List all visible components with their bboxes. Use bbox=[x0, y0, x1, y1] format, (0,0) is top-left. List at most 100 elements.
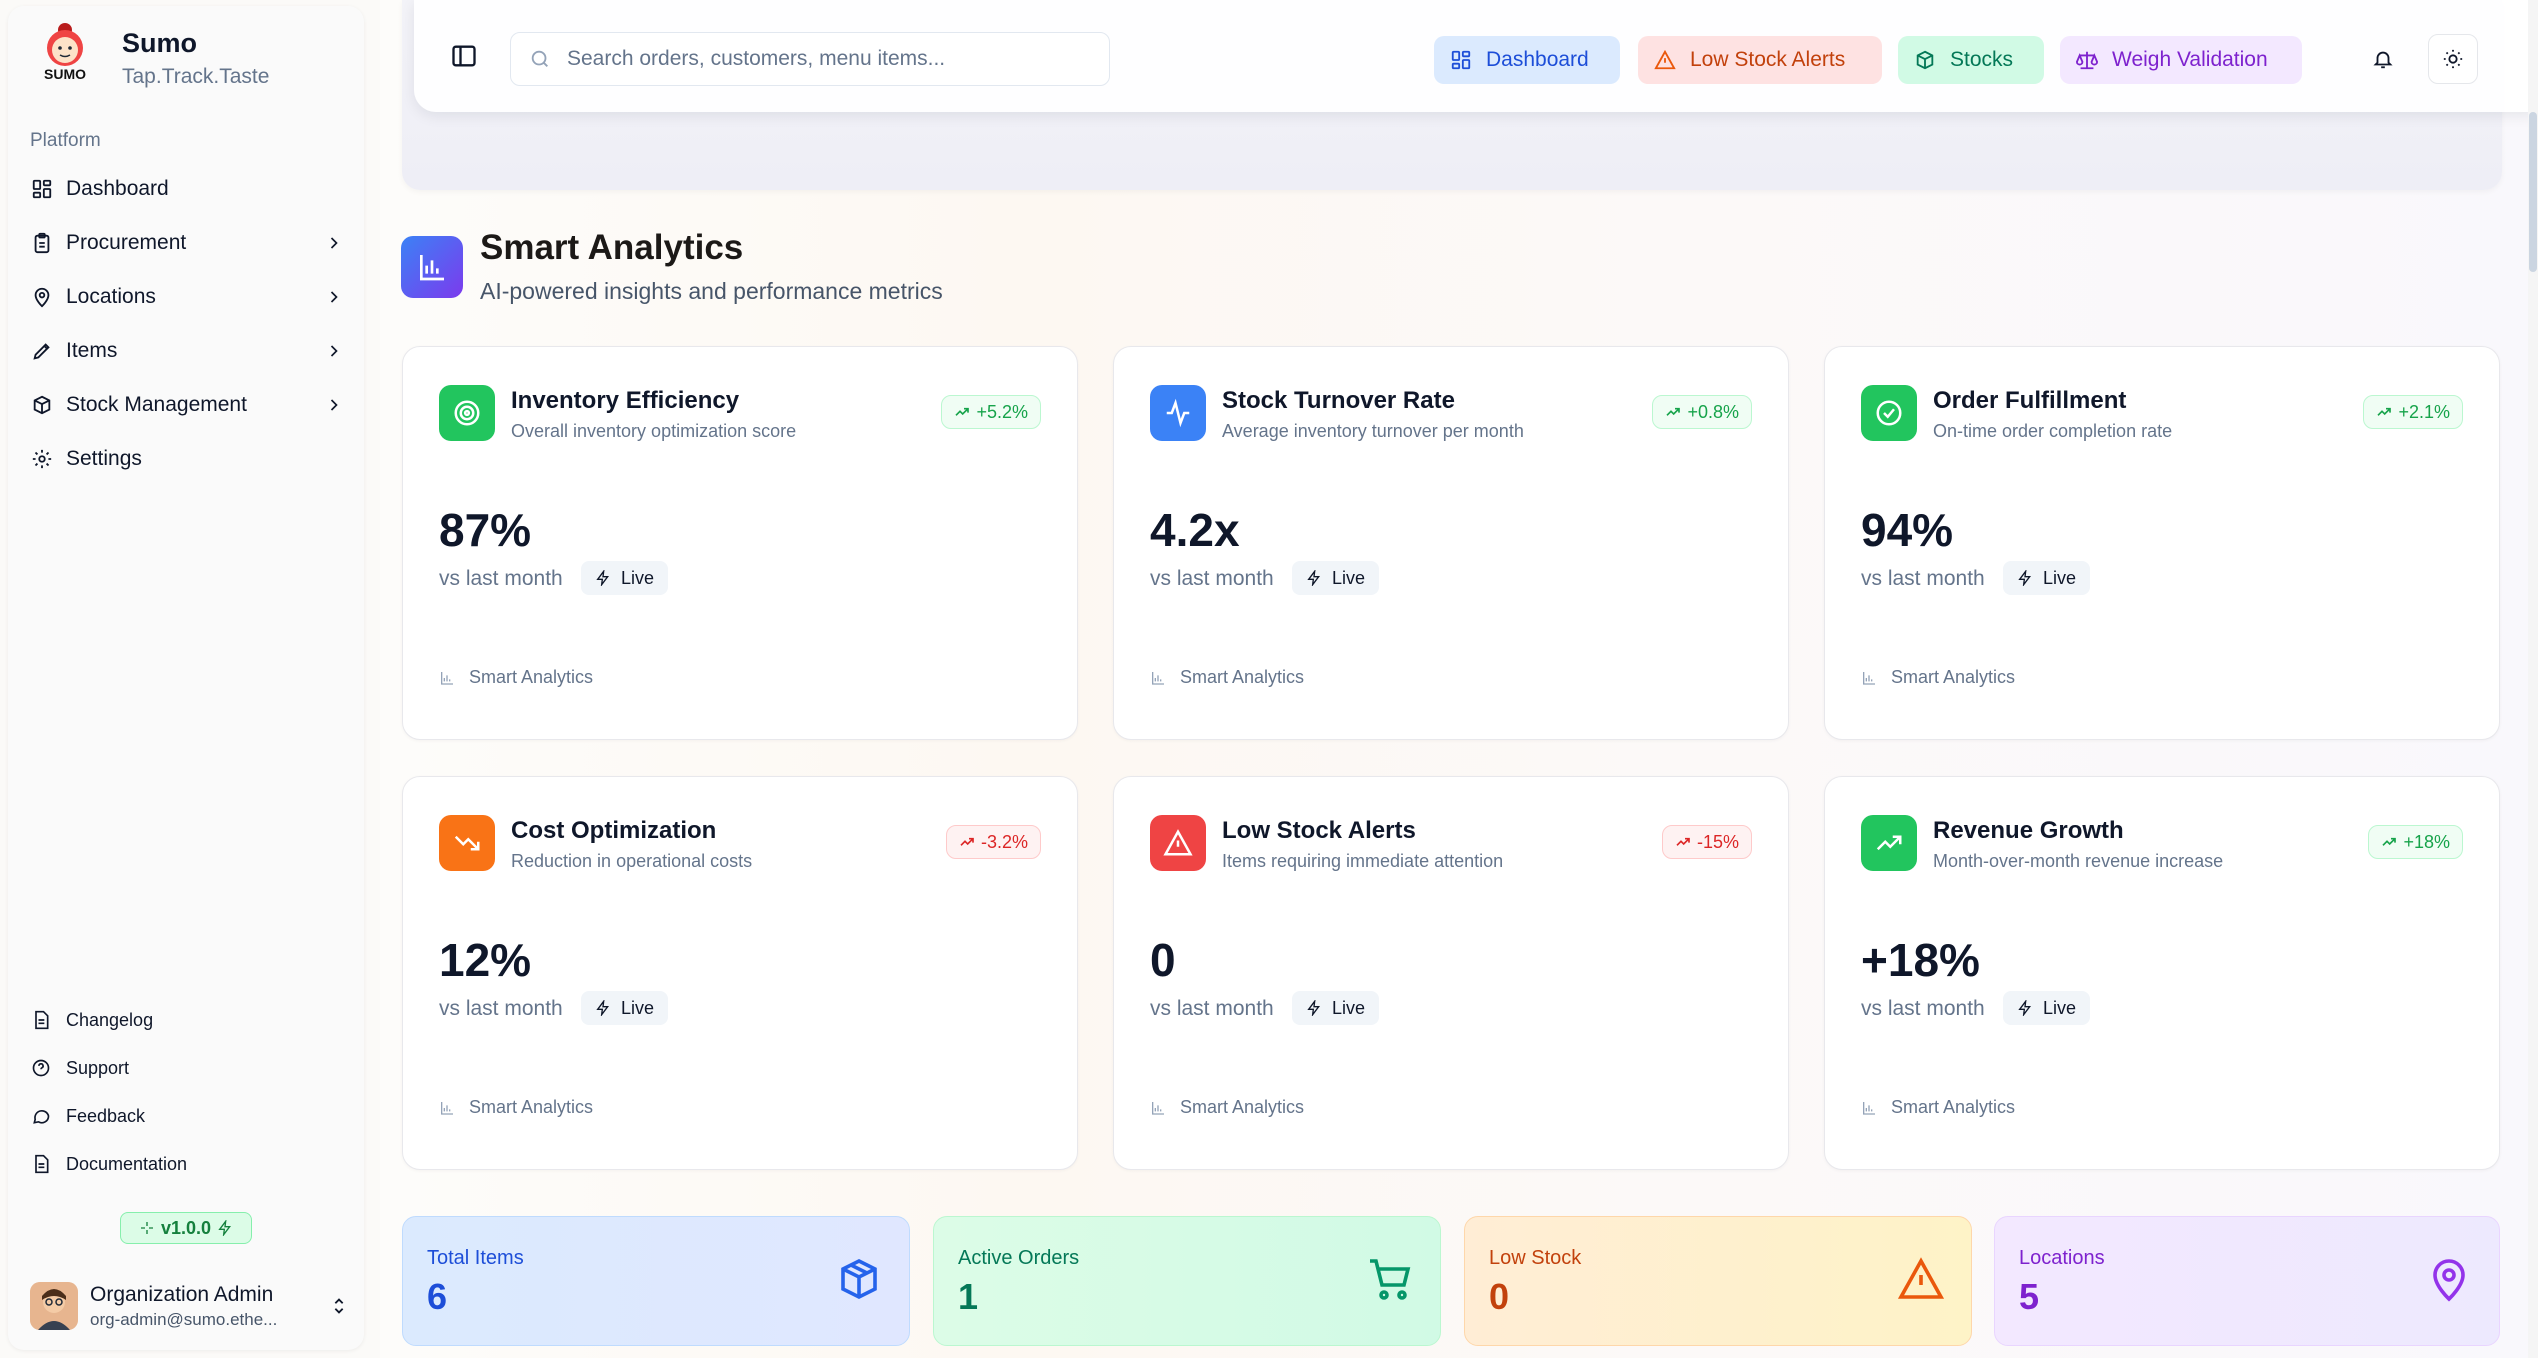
stat-label: Total Items bbox=[427, 1247, 524, 1269]
metric-footer: Smart Analytics bbox=[439, 1097, 593, 1118]
metric-description: Average inventory turnover per month bbox=[1222, 421, 1524, 441]
metric-card-cost-optimization[interactable]: Cost Optimization Reduction in operation… bbox=[402, 776, 1078, 1170]
bar-chart-icon bbox=[1863, 1101, 1875, 1115]
brand[interactable]: SUMO Sumo Tap.Track.Taste bbox=[38, 20, 269, 89]
metric-footer: Smart Analytics bbox=[1150, 667, 1304, 688]
trending-up-icon bbox=[955, 407, 970, 416]
live-badge: Live bbox=[581, 561, 669, 595]
sidebar-item-items[interactable]: Items bbox=[30, 324, 350, 378]
sidebar-item-settings[interactable]: Settings bbox=[30, 432, 350, 486]
metric-value: 4.2x bbox=[1150, 504, 1240, 556]
sidebar-toggle-icon[interactable] bbox=[450, 42, 478, 70]
metric-description: Overall inventory optimization score bbox=[511, 421, 797, 441]
trending-up-icon bbox=[1676, 837, 1690, 846]
metric-card-low-stock-alerts[interactable]: Low Stock Alerts Items requiring immedia… bbox=[1113, 776, 1789, 1170]
check-circle-icon bbox=[1861, 385, 1917, 441]
metric-footer-label: Smart Analytics bbox=[1891, 667, 2016, 687]
metric-description: Reduction in operational costs bbox=[511, 851, 753, 871]
top-header: Dashboard Low Stock Alerts Stocks Weigh … bbox=[414, 0, 2538, 112]
quicklink-low-stock-alerts[interactable]: Low Stock Alerts bbox=[1638, 36, 1882, 84]
trending-up-icon bbox=[2377, 407, 2392, 416]
live-badge: Live bbox=[2003, 991, 2091, 1025]
quicklink-stocks[interactable]: Stocks bbox=[1898, 36, 2044, 84]
message-circle-icon bbox=[30, 1105, 52, 1127]
search-box[interactable] bbox=[510, 32, 1110, 86]
footer-item-label: Documentation bbox=[66, 1153, 188, 1174]
metric-comparison: vs last month bbox=[1861, 997, 1985, 1020]
user-menu[interactable]: Organization Admin org-admin@sumo.ethe..… bbox=[30, 1276, 350, 1336]
sidebar-item-label: Locations bbox=[66, 285, 156, 308]
stat-label: Active Orders bbox=[958, 1247, 1080, 1269]
search-icon bbox=[531, 50, 548, 67]
sparkle-icon bbox=[140, 1222, 153, 1234]
sidebar-item-procurement[interactable]: Procurement bbox=[30, 216, 350, 270]
stat-label: Low Stock bbox=[1489, 1247, 1582, 1269]
metric-title: Revenue Growth bbox=[1933, 817, 2124, 844]
chevron-right-icon bbox=[330, 291, 338, 303]
bar-chart-icon bbox=[441, 1101, 453, 1115]
metric-card-inventory-efficiency[interactable]: Inventory Efficiency Overall inventory o… bbox=[402, 346, 1078, 740]
quicklink-weigh-validation[interactable]: Weigh Validation bbox=[2060, 36, 2302, 84]
scrollbar[interactable] bbox=[2528, 0, 2538, 1358]
metric-comparison: vs last month bbox=[439, 567, 563, 590]
target-icon bbox=[439, 385, 495, 441]
sidebar-item-documentation[interactable]: Documentation bbox=[30, 1140, 350, 1188]
sidebar-item-support[interactable]: Support bbox=[30, 1044, 350, 1092]
chevron-right-icon bbox=[330, 237, 338, 249]
metric-footer: Smart Analytics bbox=[1150, 1097, 1304, 1118]
map-pin-icon bbox=[30, 285, 54, 309]
quicklink-label: Dashboard bbox=[1486, 48, 1589, 71]
metric-comparison: vs last month bbox=[1150, 567, 1274, 590]
zap-icon bbox=[2018, 570, 2031, 586]
box-icon bbox=[841, 1258, 877, 1300]
live-label: Live bbox=[621, 567, 655, 588]
sun-icon bbox=[2443, 49, 2463, 69]
stat-card-low-stock[interactable]: Low Stock 0 bbox=[1464, 1216, 1972, 1346]
theme-toggle-button[interactable] bbox=[2428, 34, 2478, 84]
metric-card-stock-turnover-rate[interactable]: Stock Turnover Rate Average inventory tu… bbox=[1113, 346, 1789, 740]
sidebar-item-stock-management[interactable]: Stock Management bbox=[30, 378, 350, 432]
brand-subtitle: Tap.Track.Taste bbox=[122, 65, 270, 88]
metric-card-order-fulfillment[interactable]: Order Fulfillment On-time order completi… bbox=[1824, 346, 2500, 740]
metric-footer-label: Smart Analytics bbox=[469, 1097, 594, 1117]
bar-chart-icon bbox=[1152, 671, 1164, 685]
box-icon bbox=[1916, 50, 1934, 70]
metric-card-revenue-growth[interactable]: Revenue Growth Month-over-month revenue … bbox=[1824, 776, 2500, 1170]
metric-footer: Smart Analytics bbox=[1861, 1097, 2015, 1118]
alert-triangle-icon bbox=[1150, 815, 1206, 871]
stat-card-locations[interactable]: Locations 5 bbox=[1994, 1216, 2500, 1346]
stat-value: 1 bbox=[958, 1276, 979, 1317]
stat-card-active-orders[interactable]: Active Orders 1 bbox=[933, 1216, 1441, 1346]
metric-value: 94% bbox=[1861, 504, 1954, 556]
trending-up-icon bbox=[1666, 407, 1681, 416]
trend-value: +2.1% bbox=[2398, 401, 2450, 422]
metric-footer-label: Smart Analytics bbox=[1891, 1097, 2016, 1117]
trend-value: -15% bbox=[1696, 831, 1739, 852]
trend-value: +18% bbox=[2403, 831, 2450, 852]
bell-icon bbox=[2373, 51, 2393, 69]
quicklink-dashboard[interactable]: Dashboard bbox=[1434, 36, 1620, 84]
notifications-button[interactable] bbox=[2358, 34, 2408, 84]
version-text: v1.0.0 bbox=[160, 1217, 212, 1238]
section-subtitle: AI-powered insights and performance metr… bbox=[480, 278, 943, 304]
live-label: Live bbox=[1332, 997, 1366, 1018]
stat-card-total-items[interactable]: Total Items 6 bbox=[402, 1216, 910, 1346]
version-badge: v1.0.0 bbox=[120, 1212, 252, 1244]
sidebar-item-label: Items bbox=[66, 339, 118, 362]
scrollbar-thumb[interactable] bbox=[2529, 112, 2537, 272]
trending-up-icon bbox=[1861, 815, 1917, 871]
sidebar-item-label: Settings bbox=[66, 447, 142, 470]
sidebar-item-feedback[interactable]: Feedback bbox=[30, 1092, 350, 1140]
search-input[interactable] bbox=[567, 47, 1087, 71]
alert-triangle-icon bbox=[1897, 1257, 1945, 1299]
pen-tool-icon bbox=[30, 339, 54, 363]
metric-footer-label: Smart Analytics bbox=[1180, 667, 1305, 687]
sidebar-item-dashboard[interactable]: Dashboard bbox=[30, 162, 350, 216]
boxes-icon bbox=[30, 393, 54, 417]
sidebar-item-locations[interactable]: Locations bbox=[30, 270, 350, 324]
metric-title: Inventory Efficiency bbox=[511, 387, 740, 414]
zap-icon bbox=[218, 1220, 232, 1236]
section-title: Smart Analytics bbox=[480, 228, 744, 267]
layout-grid-icon bbox=[30, 177, 54, 201]
sidebar-item-changelog[interactable]: Changelog bbox=[30, 996, 350, 1044]
